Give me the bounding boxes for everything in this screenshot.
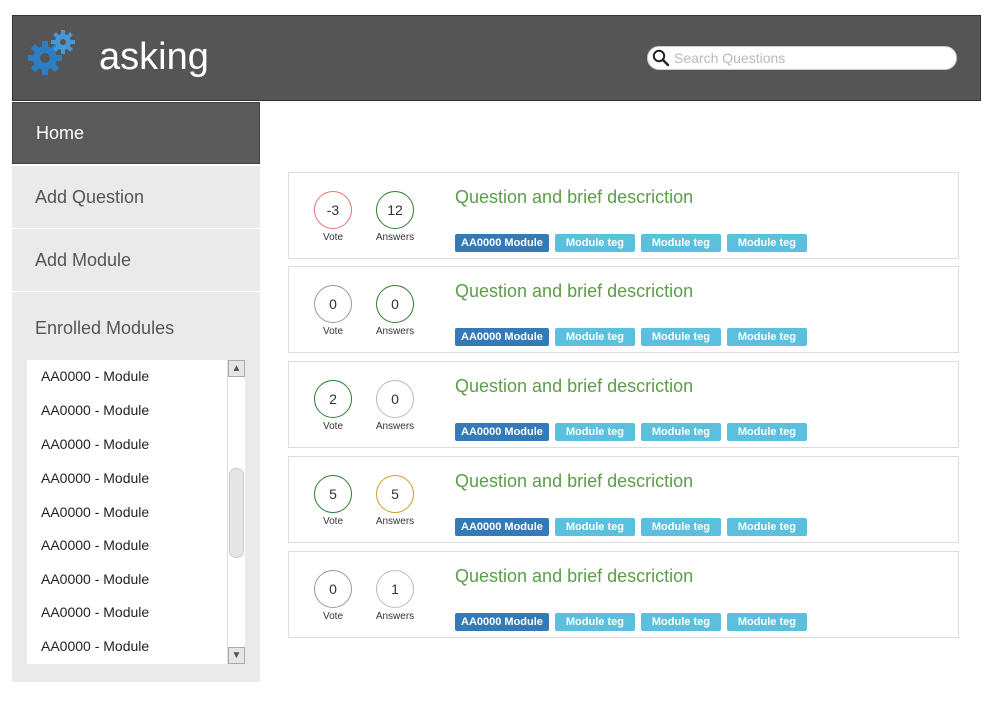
question-title[interactable]: Question and brief descriction	[455, 471, 693, 492]
question-card[interactable]: 0 Vote 0 Answers Question and brief desc…	[288, 266, 959, 353]
teg-tag[interactable]: Module teg	[726, 518, 807, 536]
module-list-item[interactable]: AA0000 - Module	[41, 569, 149, 589]
search-input[interactable]	[674, 50, 944, 66]
teg-tag[interactable]: Module teg	[554, 423, 635, 441]
teg-tag[interactable]: Module teg	[554, 234, 635, 252]
question-card[interactable]: 2 Vote 0 Answers Question and brief desc…	[288, 361, 959, 448]
module-list-item[interactable]: AA0000 - Module	[41, 434, 149, 454]
answers-stat: 0 Answers	[375, 285, 415, 337]
teg-tag[interactable]: Module teg	[726, 613, 807, 631]
module-list-item[interactable]: AA0000 - Module	[41, 502, 149, 522]
tag-list: AA0000 Module Module teg Module teg Modu…	[455, 423, 813, 441]
module-tag[interactable]: AA0000 Module	[455, 518, 549, 536]
question-title[interactable]: Question and brief descriction	[455, 376, 693, 397]
tag-list: AA0000 Module Module teg Module teg Modu…	[455, 234, 813, 252]
question-card[interactable]: 0 Vote 1 Answers Question and brief desc…	[288, 551, 959, 638]
teg-tag[interactable]: Module teg	[554, 328, 635, 346]
vote-count[interactable]: 0	[314, 570, 352, 608]
answers-stat: 1 Answers	[375, 570, 415, 622]
question-card[interactable]: 5 Vote 5 Answers Question and brief desc…	[288, 456, 959, 543]
app-title: asking	[99, 36, 209, 78]
vote-label: Vote	[322, 611, 344, 622]
module-list-item[interactable]: AA0000 - Module	[41, 602, 149, 622]
module-list-scrollbar[interactable]: ▲ ▼	[227, 360, 245, 664]
answers-count[interactable]: 1	[376, 570, 414, 608]
module-list-item[interactable]: AA0000 - Module	[41, 636, 149, 656]
teg-tag[interactable]: Module teg	[554, 518, 635, 536]
module-list-item[interactable]: AA0000 - Module	[41, 535, 149, 555]
question-title[interactable]: Question and brief descriction	[455, 281, 693, 302]
answers-stat: 0 Answers	[375, 380, 415, 432]
module-tag[interactable]: AA0000 Module	[455, 328, 549, 346]
vote-count[interactable]: 2	[314, 380, 352, 418]
tag-list: AA0000 Module Module teg Module teg Modu…	[455, 518, 813, 536]
module-tag[interactable]: AA0000 Module	[455, 423, 549, 441]
gears-logo-icon[interactable]	[25, 24, 81, 94]
search-icon	[652, 49, 670, 67]
tag-list: AA0000 Module Module teg Module teg Modu…	[455, 613, 813, 631]
teg-tag[interactable]: Module teg	[640, 328, 721, 346]
vote-label: Vote	[322, 516, 344, 527]
teg-tag[interactable]: Module teg	[640, 613, 721, 631]
search-bar[interactable]	[647, 46, 957, 70]
answers-label: Answers	[375, 232, 415, 243]
vote-count[interactable]: -3	[314, 191, 352, 229]
answers-label: Answers	[375, 326, 415, 337]
vote-stat: -3 Vote	[313, 191, 353, 243]
answers-label: Answers	[375, 516, 415, 527]
answers-count[interactable]: 5	[376, 475, 414, 513]
answers-count[interactable]: 12	[376, 191, 414, 229]
teg-tag[interactable]: Module teg	[554, 613, 635, 631]
answers-stat: 12 Answers	[375, 191, 415, 243]
vote-count[interactable]: 5	[314, 475, 352, 513]
answers-label: Answers	[375, 421, 415, 432]
module-list-item[interactable]: AA0000 - Module	[41, 400, 149, 420]
question-title[interactable]: Question and brief descriction	[455, 187, 693, 208]
vote-stat: 0 Vote	[313, 570, 353, 622]
enrolled-modules-title: Enrolled Modules	[35, 318, 175, 338]
teg-tag[interactable]: Module teg	[640, 234, 721, 252]
vote-stat: 2 Vote	[313, 380, 353, 432]
tag-list: AA0000 Module Module teg Module teg Modu…	[455, 328, 813, 346]
module-list-item[interactable]: AA0000 - Module	[41, 468, 149, 488]
vote-stat: 5 Vote	[313, 475, 353, 527]
vote-stat: 0 Vote	[313, 285, 353, 337]
answers-stat: 5 Answers	[375, 475, 415, 527]
sidebar: Home Add Question Add Module Enrolled Mo…	[12, 102, 260, 682]
scroll-thumb[interactable]	[229, 468, 244, 558]
answers-label: Answers	[375, 611, 415, 622]
nav-add-module[interactable]: Add Module	[12, 229, 260, 291]
app-header: asking	[12, 15, 981, 101]
module-list: AA0000 - Module AA0000 - Module AA0000 -…	[27, 360, 245, 664]
module-tag[interactable]: AA0000 Module	[455, 613, 549, 631]
nav-home[interactable]: Home	[12, 102, 260, 164]
scroll-up-arrow-icon[interactable]: ▲	[228, 360, 245, 377]
vote-label: Vote	[322, 232, 344, 243]
module-list-item[interactable]: AA0000 - Module	[41, 366, 149, 386]
question-title[interactable]: Question and brief descriction	[455, 566, 693, 587]
teg-tag[interactable]: Module teg	[640, 423, 721, 441]
answers-count[interactable]: 0	[376, 380, 414, 418]
answers-count[interactable]: 0	[376, 285, 414, 323]
vote-count[interactable]: 0	[314, 285, 352, 323]
scroll-down-arrow-icon[interactable]: ▼	[228, 647, 245, 664]
vote-label: Vote	[322, 326, 344, 337]
module-tag[interactable]: AA0000 Module	[455, 234, 549, 252]
teg-tag[interactable]: Module teg	[726, 234, 807, 252]
question-card[interactable]: -3 Vote 12 Answers Question and brief de…	[288, 172, 959, 259]
teg-tag[interactable]: Module teg	[640, 518, 721, 536]
vote-label: Vote	[322, 421, 344, 432]
nav-add-question[interactable]: Add Question	[12, 166, 260, 228]
teg-tag[interactable]: Module teg	[726, 328, 807, 346]
teg-tag[interactable]: Module teg	[726, 423, 807, 441]
